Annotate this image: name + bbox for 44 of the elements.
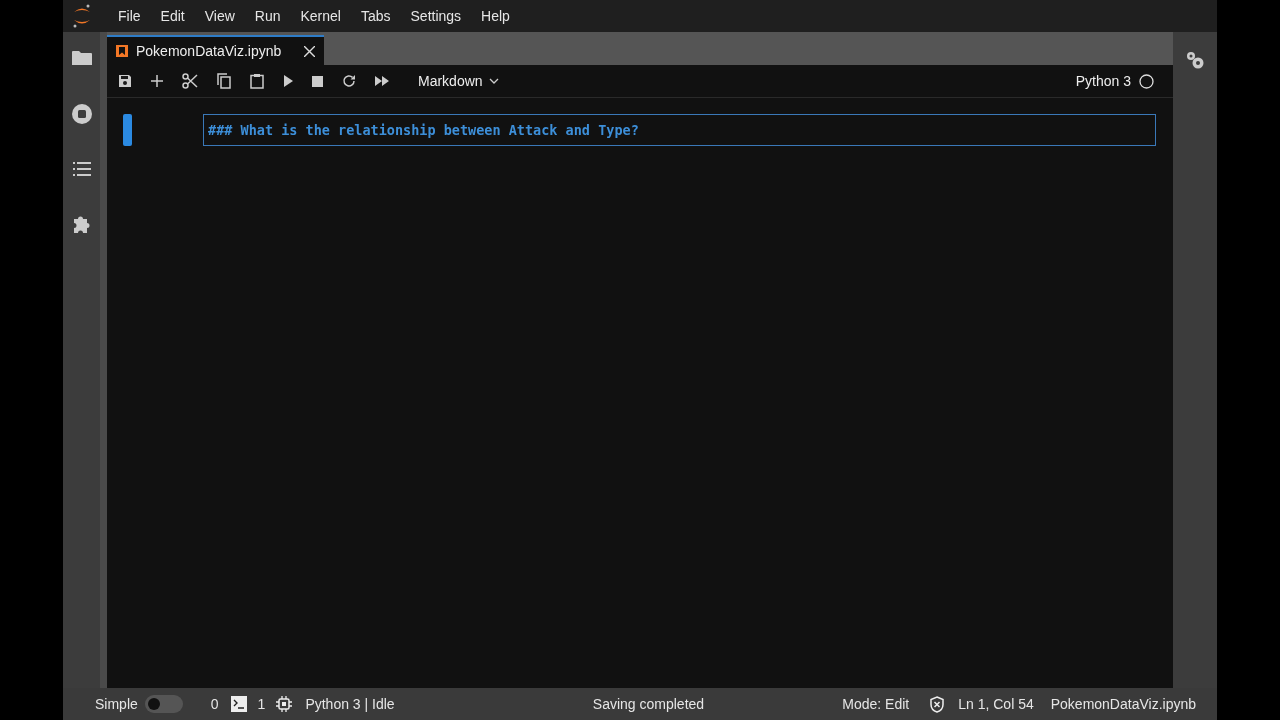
list-icon[interactable]	[72, 162, 91, 176]
fast-forward-icon[interactable]	[375, 76, 389, 86]
cell-collapser[interactable]	[123, 114, 132, 146]
puzzle-icon[interactable]	[71, 214, 92, 234]
terminal-count: 0	[210, 696, 219, 712]
kernel-status[interactable]: Python 3 | Idle	[305, 696, 395, 712]
caret-icon	[488, 78, 499, 84]
file-name: PokemonDataViz.ipynb	[1050, 696, 1196, 712]
status-message: Saving completed	[592, 696, 705, 712]
play-icon[interactable]	[283, 75, 293, 87]
menu-item[interactable]: Help	[471, 8, 520, 24]
notebook-tab[interactable]: PokemonDataViz.ipynb	[107, 35, 324, 65]
close-icon[interactable]	[304, 45, 315, 57]
scissors-icon[interactable]	[182, 73, 198, 89]
stop-icon[interactable]	[312, 75, 323, 87]
menu-item[interactable]: Settings	[400, 8, 472, 24]
gears-icon[interactable]	[1185, 50, 1205, 70]
simple-mode-toggle[interactable]	[144, 695, 183, 713]
cursor-position[interactable]: Ln 1, Col 54	[958, 696, 1034, 712]
terminal-icon[interactable]	[230, 696, 247, 712]
shield-icon[interactable]	[929, 695, 946, 713]
markdown-editor[interactable]: ### What is the relationship between Attack and Type?	[203, 114, 1156, 146]
simple-mode-label: Simple	[95, 696, 138, 712]
chip-icon[interactable]	[276, 696, 293, 712]
menu-item[interactable]: File	[108, 8, 151, 24]
folder-icon[interactable]	[71, 50, 92, 66]
restart-icon[interactable]	[342, 74, 356, 88]
add-icon[interactable]	[151, 75, 163, 87]
logo-icon[interactable]	[72, 3, 92, 29]
save-icon[interactable]	[118, 74, 132, 88]
menu-item[interactable]: Tabs	[350, 8, 401, 24]
menu-item[interactable]: Kernel	[290, 8, 351, 24]
editor-mode: Mode: Edit	[842, 696, 910, 712]
menu-item[interactable]: View	[194, 8, 245, 24]
clipboard-icon[interactable]	[250, 73, 264, 89]
menu-item[interactable]: Run	[244, 8, 291, 24]
cell-type-dropdown[interactable]: Markdown	[418, 73, 499, 89]
menu-item[interactable]: Edit	[150, 8, 195, 24]
kernel-name[interactable]: Python 3	[1075, 73, 1131, 89]
notebook-icon	[116, 45, 128, 57]
stop-circle-icon[interactable]	[71, 104, 92, 124]
kernel-idle-icon	[1139, 73, 1154, 89]
copy-icon[interactable]	[217, 73, 231, 89]
kernel-count: 1	[257, 696, 266, 712]
